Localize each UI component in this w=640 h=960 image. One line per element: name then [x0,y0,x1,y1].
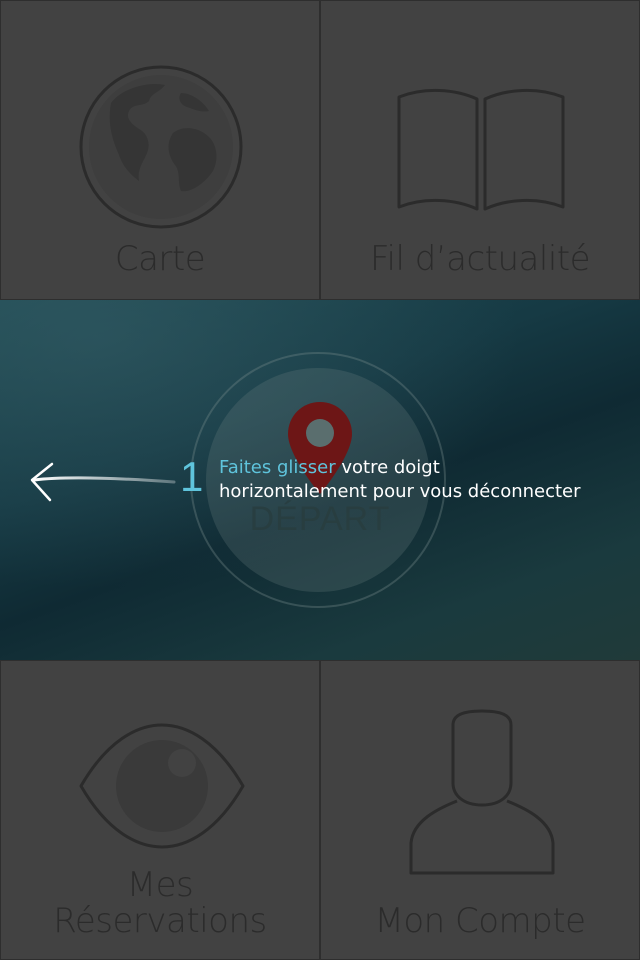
swipe-left-arrow-icon [30,462,176,502]
tile-compte-label: Mon Compte [374,901,587,941]
eye-icon [79,723,245,849]
hint-text: Faites glisser votre doigt horizontaleme… [219,456,629,504]
hint-line1-rest: votre doigt [335,457,440,478]
tile-reservations-label-line2: Réservations [53,901,267,941]
globe-icon [79,65,243,229]
tile-carte-label: Carte [114,239,206,279]
tile-fil-label: Fil d’actualité [369,239,591,279]
tile-mon-compte[interactable]: Mon Compte [320,660,640,960]
user-icon [409,709,555,875]
depart-panel[interactable]: DÉPART 1 Faites glisser votre doigt hori… [0,300,640,660]
tile-mes-reservations[interactable]: Mes Réservations [0,660,320,960]
hint-highlight: Faites glisser [219,457,336,478]
depart-label: DÉPART [249,500,391,538]
tile-reservations-label-line1: Mes [126,865,194,905]
tile-carte[interactable]: Carte [0,0,320,300]
hint-step-number: 1 [180,453,204,500]
hint-line2: horizontalement pour vous déconnecter [219,481,581,502]
app-root: Carte Fil d’actualité DÉPART 1 Faites gl… [0,0,640,960]
open-book-icon [397,89,565,211]
tile-fil-actualite[interactable]: Fil d’actualité [320,0,640,300]
